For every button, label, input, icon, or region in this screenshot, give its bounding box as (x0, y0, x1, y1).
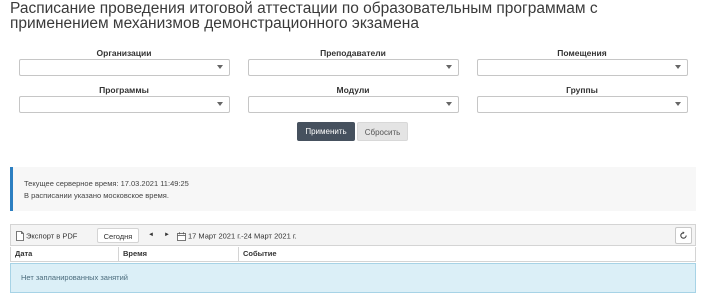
schedule-table-header: Дата Время Событие (10, 247, 696, 262)
chevron-down-icon (217, 65, 223, 69)
filter-label-teachers: Преподаватели (320, 48, 386, 58)
today-button[interactable]: Сегодня (97, 228, 139, 243)
programs-select[interactable] (19, 96, 230, 113)
pdf-document-icon (16, 231, 24, 241)
chevron-down-icon (217, 102, 223, 106)
groups-select[interactable] (477, 96, 688, 113)
page-title: Расписание проведения итоговой аттестаци… (10, 0, 598, 32)
rooms-select[interactable] (477, 59, 688, 76)
schedule-toolbar: Экспорт в PDF Сегодня ◄ ► 17 Март 2021 г… (10, 224, 696, 246)
next-week-button[interactable]: ► (160, 228, 174, 243)
column-header-event[interactable]: Событие (239, 247, 695, 261)
reset-button[interactable]: Сбросить (357, 122, 408, 141)
column-header-time[interactable]: Время (119, 247, 239, 261)
modules-select[interactable] (248, 96, 459, 113)
server-info-panel: Текущее серверное время: 17.03.2021 11:4… (10, 167, 696, 211)
calendar-icon (177, 231, 186, 241)
filter-label-programs: Программы (99, 85, 149, 95)
filter-label-organizations: Организации (96, 48, 152, 58)
chevron-down-icon (675, 102, 681, 106)
apply-button[interactable]: Применить (297, 122, 355, 141)
teachers-select[interactable] (248, 59, 459, 76)
timezone-note-text: В расписании указано московское время. (24, 191, 169, 200)
empty-schedule-message: Нет запланированных занятий (10, 263, 696, 293)
filter-label-groups: Группы (566, 85, 598, 95)
prev-week-button[interactable]: ◄ (144, 228, 158, 243)
date-range-picker[interactable]: 17 Март 2021 г.-24 Март 2021 г. (177, 228, 327, 243)
export-pdf-label: Экспорт в PDF (26, 231, 78, 241)
column-header-date[interactable]: Дата (11, 247, 119, 261)
server-time-text: Текущее серверное время: 17.03.2021 11:4… (24, 179, 189, 188)
organizations-select[interactable] (19, 59, 230, 76)
chevron-down-icon (446, 102, 452, 106)
export-pdf-button[interactable]: Экспорт в PDF (14, 228, 92, 243)
filter-label-modules: Модули (336, 85, 370, 95)
chevron-down-icon (446, 65, 452, 69)
refresh-icon (679, 231, 688, 240)
chevron-down-icon (675, 65, 681, 69)
refresh-button[interactable] (675, 227, 692, 244)
date-range-label: 17 Март 2021 г.-24 Март 2021 г. (188, 231, 297, 241)
filter-label-rooms: Помещения (557, 48, 607, 58)
